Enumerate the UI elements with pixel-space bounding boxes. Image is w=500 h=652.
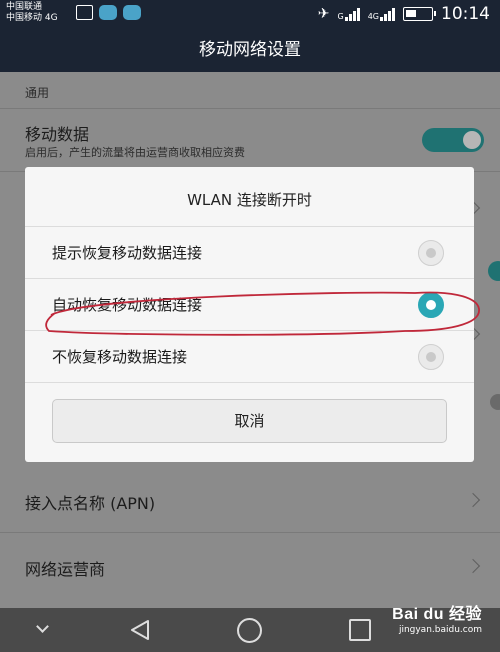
toggle-edge[interactable] xyxy=(490,394,500,410)
chevron-down-icon[interactable] xyxy=(36,620,49,633)
dialog-title: WLAN 连接断开时 xyxy=(187,191,312,209)
cancel-button[interactable]: 取消 xyxy=(52,399,447,443)
notification-icons xyxy=(76,5,141,20)
baidu-watermark: Bai du 经验 jingyan.baidu.com xyxy=(392,600,482,635)
signal-2-label: 4G xyxy=(367,12,379,21)
option-label: 自动恢复移动数据连接 xyxy=(52,296,203,314)
carrier-info: 中国联通 中国移动 4G xyxy=(6,2,58,24)
home-icon[interactable] xyxy=(237,618,262,643)
divider xyxy=(0,532,500,533)
back-icon[interactable] xyxy=(129,619,151,641)
watermark-url: jingyan.baidu.com xyxy=(398,625,482,635)
mobile-data-title: 移动数据 xyxy=(25,125,90,144)
carrier-2: 中国移动 4G xyxy=(6,13,58,23)
chevron-right-icon xyxy=(465,492,481,508)
radio-icon[interactable] xyxy=(418,240,444,266)
option-prompt-restore[interactable]: 提示恢复移动数据连接 xyxy=(25,227,474,278)
signal-1-label: G xyxy=(337,12,344,21)
divider xyxy=(25,382,474,383)
option-label: 不恢复移动数据连接 xyxy=(52,348,188,366)
status-bar: 中国联通 中国移动 4G ✈ G 4G 10:14 xyxy=(0,0,500,28)
carrier-1: 中国联通 xyxy=(6,2,43,12)
toggle-edge[interactable] xyxy=(488,261,500,281)
battery-icon xyxy=(403,7,436,21)
status-icons: ✈ G 4G 10:14 xyxy=(318,4,490,24)
apn-title[interactable]: 接入点名称 (APN) xyxy=(25,490,155,514)
mobile-data-subtitle: 启用后，产生的流量将由运营商收取相应资费 xyxy=(25,146,245,159)
carrier-title[interactable]: 网络运营商 xyxy=(25,556,105,580)
app-notification-icon xyxy=(123,5,141,20)
wlan-disconnect-dialog: WLAN 连接断开时 提示恢复移动数据连接 自动恢复移动数据连接 不恢复移动数据… xyxy=(25,167,480,462)
chevron-right-icon xyxy=(465,558,481,574)
recent-apps-icon[interactable] xyxy=(349,619,371,641)
watermark-logo: Bai du 经验 xyxy=(392,606,482,623)
signal-2-icon xyxy=(380,7,395,21)
option-auto-restore[interactable]: 自动恢复移动数据连接 xyxy=(25,279,474,330)
divider xyxy=(0,108,500,109)
section-header-general: 通用 xyxy=(25,86,50,100)
image-icon xyxy=(76,5,93,20)
clock: 10:14 xyxy=(441,4,490,24)
radio-selected-icon[interactable] xyxy=(418,292,444,318)
option-no-restore[interactable]: 不恢复移动数据连接 xyxy=(25,331,474,382)
mobile-data-toggle[interactable] xyxy=(422,128,484,152)
app-notification-icon xyxy=(99,5,117,20)
signal-1-icon xyxy=(344,7,360,21)
mute-icon: ✈ xyxy=(317,6,330,22)
page-title: 移动网络设置 xyxy=(0,28,500,72)
radio-icon[interactable] xyxy=(418,344,444,370)
option-label: 提示恢复移动数据连接 xyxy=(52,244,203,262)
